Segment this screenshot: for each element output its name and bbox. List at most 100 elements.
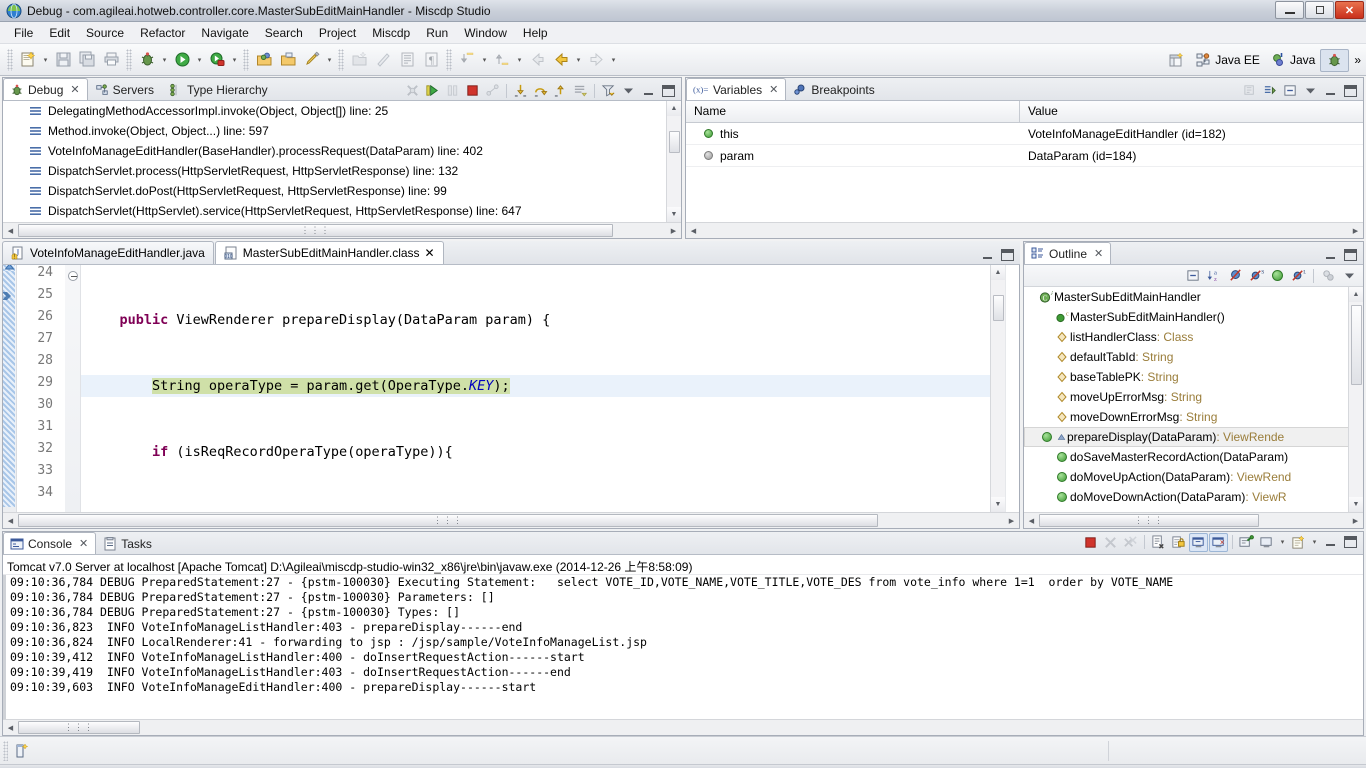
perspective-overflow[interactable]: » xyxy=(1349,51,1366,69)
scroll-up-icon[interactable]: ▲ xyxy=(1349,287,1363,302)
previous-annotation-dropdown-icon[interactable]: ▾ xyxy=(479,48,490,72)
show-whitespace-icon[interactable] xyxy=(395,48,419,72)
open-resource-icon[interactable] xyxy=(276,48,300,72)
stack-frame-row[interactable]: DispatchServlet.doPost(HttpServletReques… xyxy=(3,181,681,201)
outline-tree[interactable]: C A MasterSubEditMainHandler c MasterSub… xyxy=(1024,287,1363,512)
link-with-editor-icon[interactable] xyxy=(1319,266,1338,285)
new-wizard-icon[interactable] xyxy=(16,48,40,72)
minimize-icon[interactable] xyxy=(1321,245,1340,264)
search-icon[interactable] xyxy=(300,48,324,72)
maximize-icon[interactable] xyxy=(659,81,678,100)
scroll-thumb[interactable] xyxy=(669,131,680,153)
variables-table[interactable]: Name Value this VoteInfoManageEditHandle… xyxy=(686,101,1363,222)
menu-navigate[interactable]: Navigate xyxy=(193,24,256,42)
use-step-filters-icon[interactable] xyxy=(599,81,618,100)
perspective-java-ee[interactable]: Java EE xyxy=(1190,50,1265,71)
show-console-on-error-icon[interactable]: ✕ xyxy=(1209,532,1228,552)
code-editor[interactable]: 24 25 26 27 28 29 30 31 32 33 34 public … xyxy=(3,265,1019,512)
forward-icon[interactable] xyxy=(584,48,608,72)
view-menu-icon[interactable] xyxy=(1340,266,1359,285)
scroll-thumb-h[interactable]: ⋮⋮⋮ xyxy=(18,224,613,237)
display-selected-console-icon[interactable] xyxy=(1257,533,1276,552)
open-console-icon[interactable] xyxy=(1289,533,1308,552)
editor-overview-ruler[interactable] xyxy=(1005,265,1019,512)
remove-launch-icon[interactable] xyxy=(1101,533,1120,552)
outline-item-method[interactable]: doSaveMasterRecordAction(DataParam) xyxy=(1024,447,1363,467)
editor-code-content[interactable]: public ViewRenderer prepareDisplay(DataP… xyxy=(81,265,1005,512)
menu-run[interactable]: Run xyxy=(418,24,456,42)
tab-servers[interactable]: Servers xyxy=(88,78,162,100)
hide-static-icon[interactable]: S xyxy=(1247,266,1266,285)
scroll-thumb-h[interactable]: ⋮⋮⋮ xyxy=(18,514,878,527)
outline-item-method[interactable]: doMoveDownAction(DataParam) : ViewR xyxy=(1024,487,1363,507)
outline-vertical-scrollbar[interactable]: ▲ ▼ xyxy=(1348,287,1363,512)
scroll-right-icon[interactable]: ▶ xyxy=(666,224,681,238)
outline-item-field[interactable]: listHandlerClass : Class xyxy=(1024,327,1363,347)
console-content[interactable]: Tomcat v7.0 Server at localhost [Apache … xyxy=(3,555,1363,735)
editor-vertical-scrollbar[interactable]: ▲ ▼ xyxy=(990,265,1005,512)
pin-console-icon[interactable] xyxy=(1237,533,1256,552)
folding-collapse-icon[interactable] xyxy=(68,271,78,281)
scroll-left-icon[interactable]: ◀ xyxy=(1024,514,1039,528)
close-icon[interactable]: ✕ xyxy=(769,83,778,96)
outline-item-field[interactable]: baseTablePK : String xyxy=(1024,367,1363,387)
menu-refactor[interactable]: Refactor xyxy=(132,24,193,42)
scroll-down-icon[interactable]: ▼ xyxy=(667,207,681,222)
column-header-name[interactable]: Name xyxy=(686,101,1020,122)
show-logical-structure-icon[interactable] xyxy=(1241,81,1260,100)
stack-frame-row[interactable]: DelegatingMethodAccessorImpl.invoke(Obje… xyxy=(3,101,681,121)
debug-vertical-scrollbar[interactable]: ▲ ▼ xyxy=(666,101,681,222)
view-menu-icon[interactable] xyxy=(619,81,638,100)
tab-debug[interactable]: Debug ✕ xyxy=(3,78,88,100)
outline-item-method-selected[interactable]: prepareDisplay(DataParam) : ViewRende xyxy=(1024,427,1363,447)
print-icon[interactable] xyxy=(99,48,123,72)
variables-horizontal-scrollbar[interactable]: ◀ ▶ xyxy=(686,222,1363,238)
scroll-lock-icon[interactable] xyxy=(1169,533,1188,552)
previous-annotation-icon[interactable] xyxy=(455,48,479,72)
close-icon[interactable]: ✕ xyxy=(79,537,88,550)
outline-item-field[interactable]: moveDownErrorMsg : String xyxy=(1024,407,1363,427)
step-over-icon[interactable] xyxy=(531,81,550,100)
table-row[interactable]: param DataParam (id=184) xyxy=(686,145,1363,167)
suspend-icon[interactable] xyxy=(443,81,462,100)
menu-edit[interactable]: Edit xyxy=(41,24,78,42)
next-annotation-icon[interactable] xyxy=(490,48,514,72)
menu-file[interactable]: File xyxy=(6,24,41,42)
collapse-all-icon[interactable] xyxy=(1261,81,1280,100)
stack-frame-row[interactable]: DispatchServlet.process(HttpServletReque… xyxy=(3,161,681,181)
disconnect-icon[interactable] xyxy=(403,81,422,100)
debug-horizontal-scrollbar[interactable]: ◀ ⋮⋮⋮ ▶ xyxy=(3,222,681,238)
clear-console-icon[interactable] xyxy=(1149,533,1168,552)
debug-icon[interactable] xyxy=(135,48,159,72)
minimize-icon[interactable] xyxy=(1321,533,1340,552)
next-annotation-dropdown-icon[interactable]: ▾ xyxy=(514,48,525,72)
tab-console[interactable]: Console ✕ xyxy=(3,532,97,554)
resume-icon[interactable] xyxy=(423,81,442,100)
toolbar-grip-3[interactable] xyxy=(243,48,249,71)
console-output[interactable]: 09:10:36,784 DEBUG PreparedStatement:27 … xyxy=(3,575,1363,719)
outline-item-method[interactable]: doMoveUpAction(DataParam) : ViewRend xyxy=(1024,467,1363,487)
menu-project[interactable]: Project xyxy=(311,24,364,42)
perspective-java[interactable]: Java xyxy=(1265,50,1320,71)
scroll-thumb[interactable] xyxy=(993,295,1004,321)
stack-frame-row[interactable]: DispatchServlet(HttpServlet).service(Htt… xyxy=(3,201,681,221)
table-row[interactable]: this VoteInfoManageEditHandler (id=182) xyxy=(686,123,1363,145)
scroll-left-icon[interactable]: ◀ xyxy=(3,514,18,528)
close-icon[interactable]: ✕ xyxy=(70,83,79,96)
save-icon[interactable] xyxy=(51,48,75,72)
editor-horizontal-scrollbar[interactable]: ◀ ⋮⋮⋮ ▶ xyxy=(3,512,1019,528)
toolbar-grip-4[interactable] xyxy=(338,48,344,71)
close-icon[interactable]: ✕ xyxy=(1094,247,1103,260)
run-external-tools-icon[interactable] xyxy=(205,48,229,72)
scroll-down-icon[interactable]: ▼ xyxy=(991,497,1005,512)
minimize-button[interactable] xyxy=(1275,1,1304,19)
drop-to-frame-icon[interactable] xyxy=(571,81,590,100)
menu-help[interactable]: Help xyxy=(515,24,556,42)
hide-local-types-icon[interactable]: L xyxy=(1289,266,1308,285)
scroll-left-icon[interactable]: ◀ xyxy=(3,224,18,238)
back-icon[interactable] xyxy=(525,48,549,72)
formatting-icon[interactable]: ¶ xyxy=(419,48,443,72)
outline-item-field[interactable]: moveUpErrorMsg : String xyxy=(1024,387,1363,407)
menu-search[interactable]: Search xyxy=(257,24,311,42)
maximize-icon[interactable] xyxy=(1341,533,1360,552)
